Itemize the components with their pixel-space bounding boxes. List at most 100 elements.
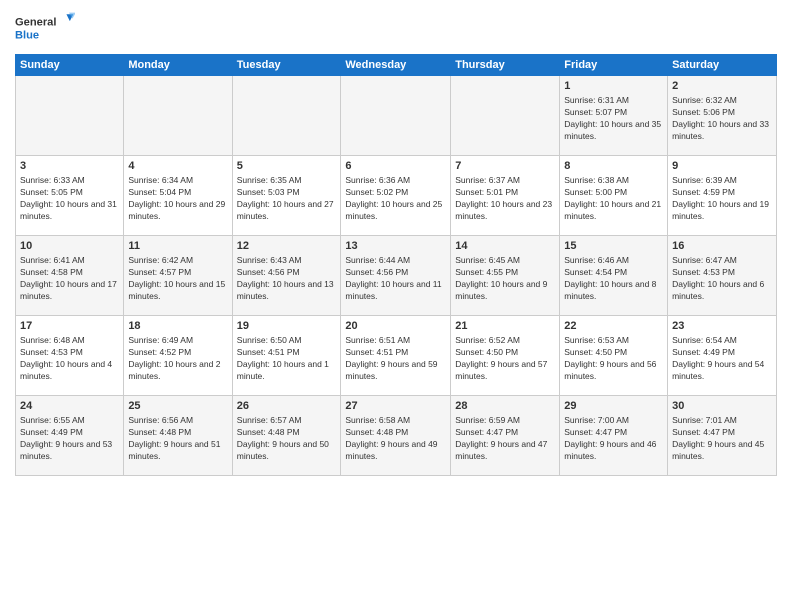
day-info: Sunrise: 6:37 AM (455, 175, 555, 187)
day-info: Daylight: 9 hours and 45 minutes. (672, 439, 772, 463)
day-number: 19 (237, 319, 337, 334)
day-number: 5 (237, 159, 337, 174)
day-info: Sunrise: 6:52 AM (455, 335, 555, 347)
calendar-day: 30Sunrise: 7:01 AMSunset: 4:47 PMDayligh… (668, 396, 777, 476)
day-info: Sunrise: 6:51 AM (345, 335, 446, 347)
calendar-day: 4Sunrise: 6:34 AMSunset: 5:04 PMDaylight… (124, 156, 232, 236)
day-number: 1 (564, 79, 663, 94)
day-info: Sunrise: 6:36 AM (345, 175, 446, 187)
day-info: Sunrise: 6:54 AM (672, 335, 772, 347)
day-info: Sunset: 4:53 PM (672, 267, 772, 279)
day-info: Sunset: 4:51 PM (237, 347, 337, 359)
calendar-day: 16Sunrise: 6:47 AMSunset: 4:53 PMDayligh… (668, 236, 777, 316)
day-info: Sunrise: 6:48 AM (20, 335, 119, 347)
day-info: Daylight: 9 hours and 46 minutes. (564, 439, 663, 463)
day-number: 10 (20, 239, 119, 254)
calendar-day: 23Sunrise: 6:54 AMSunset: 4:49 PMDayligh… (668, 316, 777, 396)
day-info: Daylight: 10 hours and 2 minutes. (128, 359, 227, 383)
day-info: Sunset: 5:07 PM (564, 107, 663, 119)
calendar-day: 20Sunrise: 6:51 AMSunset: 4:51 PMDayligh… (341, 316, 451, 396)
calendar-day (124, 76, 232, 156)
calendar-day (232, 76, 341, 156)
logo: General Blue (15, 10, 75, 46)
day-info: Sunrise: 7:01 AM (672, 415, 772, 427)
calendar-day (16, 76, 124, 156)
calendar-day: 27Sunrise: 6:58 AMSunset: 4:48 PMDayligh… (341, 396, 451, 476)
calendar-header-monday: Monday (124, 55, 232, 76)
calendar-day: 17Sunrise: 6:48 AMSunset: 4:53 PMDayligh… (16, 316, 124, 396)
day-info: Daylight: 10 hours and 8 minutes. (564, 279, 663, 303)
calendar-day: 1Sunrise: 6:31 AMSunset: 5:07 PMDaylight… (560, 76, 668, 156)
day-info: Sunset: 4:48 PM (345, 427, 446, 439)
day-info: Sunrise: 6:32 AM (672, 95, 772, 107)
day-info: Sunrise: 6:47 AM (672, 255, 772, 267)
day-number: 20 (345, 319, 446, 334)
svg-text:Blue: Blue (15, 29, 39, 41)
day-info: Daylight: 9 hours and 51 minutes. (128, 439, 227, 463)
day-info: Daylight: 9 hours and 50 minutes. (237, 439, 337, 463)
day-info: Daylight: 10 hours and 13 minutes. (237, 279, 337, 303)
day-info: Daylight: 9 hours and 49 minutes. (345, 439, 446, 463)
day-info: Sunrise: 6:49 AM (128, 335, 227, 347)
day-number: 25 (128, 399, 227, 414)
day-info: Daylight: 10 hours and 31 minutes. (20, 199, 119, 223)
day-number: 13 (345, 239, 446, 254)
day-info: Daylight: 10 hours and 23 minutes. (455, 199, 555, 223)
svg-text:General: General (15, 16, 56, 28)
day-info: Sunset: 4:49 PM (672, 347, 772, 359)
logo-svg: General Blue (15, 10, 75, 46)
day-info: Daylight: 10 hours and 27 minutes. (237, 199, 337, 223)
calendar-header-friday: Friday (560, 55, 668, 76)
calendar-day: 29Sunrise: 7:00 AMSunset: 4:47 PMDayligh… (560, 396, 668, 476)
calendar-week-4: 24Sunrise: 6:55 AMSunset: 4:49 PMDayligh… (16, 396, 777, 476)
calendar-table: SundayMondayTuesdayWednesdayThursdayFrid… (15, 54, 777, 476)
day-info: Sunrise: 7:00 AM (564, 415, 663, 427)
day-info: Sunrise: 6:53 AM (564, 335, 663, 347)
calendar-day: 9Sunrise: 6:39 AMSunset: 4:59 PMDaylight… (668, 156, 777, 236)
day-info: Sunset: 5:06 PM (672, 107, 772, 119)
day-info: Sunrise: 6:42 AM (128, 255, 227, 267)
day-info: Sunrise: 6:35 AM (237, 175, 337, 187)
day-info: Daylight: 10 hours and 21 minutes. (564, 199, 663, 223)
calendar-week-1: 3Sunrise: 6:33 AMSunset: 5:05 PMDaylight… (16, 156, 777, 236)
day-number: 3 (20, 159, 119, 174)
day-info: Daylight: 10 hours and 19 minutes. (672, 199, 772, 223)
day-info: Daylight: 10 hours and 9 minutes. (455, 279, 555, 303)
day-info: Sunrise: 6:50 AM (237, 335, 337, 347)
day-info: Sunrise: 6:31 AM (564, 95, 663, 107)
day-info: Sunrise: 6:34 AM (128, 175, 227, 187)
day-number: 7 (455, 159, 555, 174)
calendar-day: 12Sunrise: 6:43 AMSunset: 4:56 PMDayligh… (232, 236, 341, 316)
calendar-header-row: SundayMondayTuesdayWednesdayThursdayFrid… (16, 55, 777, 76)
day-info: Sunset: 4:56 PM (237, 267, 337, 279)
day-info: Sunrise: 6:56 AM (128, 415, 227, 427)
calendar-header-tuesday: Tuesday (232, 55, 341, 76)
calendar-day: 8Sunrise: 6:38 AMSunset: 5:00 PMDaylight… (560, 156, 668, 236)
day-number: 18 (128, 319, 227, 334)
day-info: Sunset: 5:02 PM (345, 187, 446, 199)
day-info: Daylight: 10 hours and 25 minutes. (345, 199, 446, 223)
calendar-day: 25Sunrise: 6:56 AMSunset: 4:48 PMDayligh… (124, 396, 232, 476)
day-info: Sunset: 4:59 PM (672, 187, 772, 199)
day-info: Sunrise: 6:39 AM (672, 175, 772, 187)
day-info: Daylight: 10 hours and 6 minutes. (672, 279, 772, 303)
day-info: Sunset: 4:51 PM (345, 347, 446, 359)
day-info: Daylight: 9 hours and 54 minutes. (672, 359, 772, 383)
day-info: Sunset: 5:00 PM (564, 187, 663, 199)
day-info: Sunset: 5:01 PM (455, 187, 555, 199)
day-info: Sunset: 5:04 PM (128, 187, 227, 199)
day-info: Daylight: 9 hours and 56 minutes. (564, 359, 663, 383)
day-number: 21 (455, 319, 555, 334)
day-number: 4 (128, 159, 227, 174)
day-info: Sunset: 4:50 PM (455, 347, 555, 359)
calendar-header-saturday: Saturday (668, 55, 777, 76)
day-info: Daylight: 10 hours and 35 minutes. (564, 119, 663, 143)
calendar-day: 2Sunrise: 6:32 AMSunset: 5:06 PMDaylight… (668, 76, 777, 156)
day-info: Daylight: 10 hours and 1 minute. (237, 359, 337, 383)
day-info: Sunrise: 6:57 AM (237, 415, 337, 427)
day-info: Sunset: 4:47 PM (564, 427, 663, 439)
calendar-day: 26Sunrise: 6:57 AMSunset: 4:48 PMDayligh… (232, 396, 341, 476)
day-info: Sunset: 4:48 PM (128, 427, 227, 439)
calendar-day: 10Sunrise: 6:41 AMSunset: 4:58 PMDayligh… (16, 236, 124, 316)
calendar-day: 24Sunrise: 6:55 AMSunset: 4:49 PMDayligh… (16, 396, 124, 476)
